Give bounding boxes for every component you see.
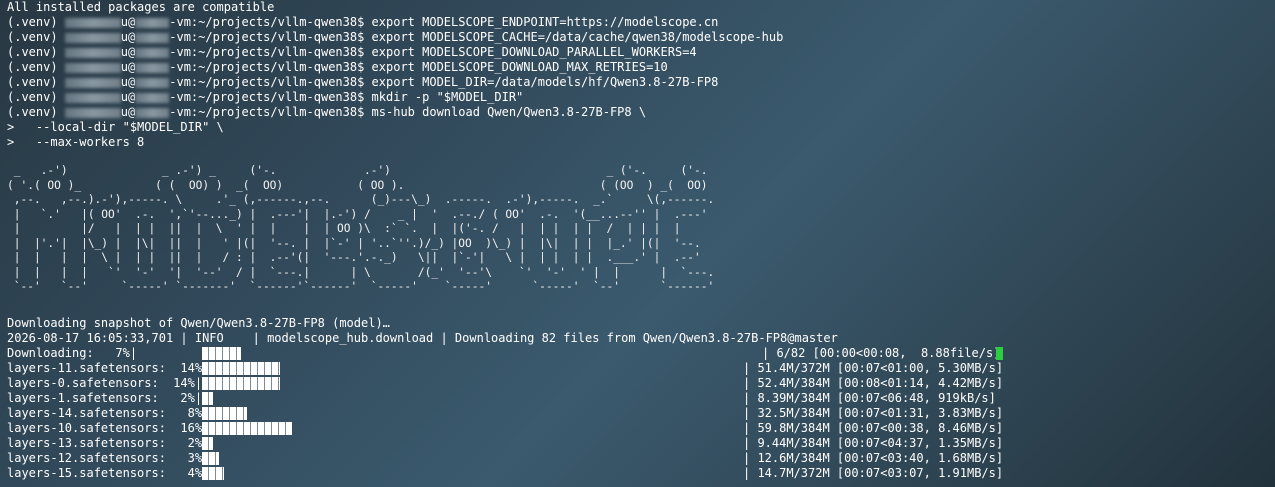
file-download-progress-bar (202, 452, 219, 465)
redacted-hostname (135, 107, 170, 118)
venv-indicator: (.venv) (7, 75, 65, 89)
command-text: export MODELSCOPE_DOWNLOAD_PARALLEL_WORK… (371, 45, 697, 59)
at-sign: u@ (120, 105, 136, 119)
modelscope-ascii-banner: _ .-') _ .-') _ ('-. .-') _ ('-. ('-. ( … (7, 164, 715, 293)
redacted-username (64, 107, 121, 118)
file-download-progress-bar (202, 362, 280, 375)
prompt-path: -vm:~/projects/vllm-qwen38$ (169, 30, 372, 44)
prompt-line: (.venv) u@ -vm:~/projects/vllm-qwen38$ ex… (7, 75, 718, 90)
at-sign: u@ (120, 30, 136, 44)
venv-indicator: (.venv) (7, 90, 65, 104)
redacted-hostname (135, 77, 170, 88)
prompt-path: -vm:~/projects/vllm-qwen38$ (169, 15, 372, 29)
prompt-line: (.venv) u@ -vm:~/projects/vllm-qwen38$ ms… (7, 105, 646, 120)
file-download-label: layers-14.safetensors: 8%| (7, 406, 210, 420)
prompt-path: -vm:~/projects/vllm-qwen38$ (169, 105, 372, 119)
prompt-path: -vm:~/projects/vllm-qwen38$ (169, 75, 372, 89)
file-download-progress-bar (202, 437, 213, 450)
command-text: export MODELSCOPE_CACHE=/data/cache/qwen… (371, 30, 784, 44)
file-download-stats: | 8.39M/384M [00:07<06:48, 919kB/s] (743, 391, 996, 405)
terminal-cursor (996, 347, 1003, 360)
prompt-path: -vm:~/projects/vllm-qwen38$ (169, 90, 372, 104)
overall-download-label: Downloading: 7%| (7, 346, 138, 360)
command-text: export MODELSCOPE_ENDPOINT=https://model… (371, 15, 719, 29)
compat-message: All installed packages are compatible (7, 0, 275, 14)
command-text: ms-hub download Qwen/Qwen3.8-27B-FP8 \ (371, 105, 647, 119)
file-download-stats: | 12.6M/384M [00:07<03:40, 1.68MB/s] (743, 451, 1004, 465)
overall-download-progress-bar (202, 347, 241, 360)
command-text: export MODEL_DIR=/data/models/hf/Qwen3.8… (371, 75, 719, 89)
at-sign: u@ (120, 75, 136, 89)
file-download-stats: | 32.5M/384M [00:07<01:31, 3.83MB/s] (743, 406, 1004, 420)
redacted-username (64, 47, 121, 58)
continuation-line-2: > --max-workers 8 (7, 135, 145, 149)
terminal-window[interactable]: All installed packages are compatible (.… (0, 0, 1275, 487)
venv-indicator: (.venv) (7, 45, 65, 59)
overall-download-stats: | 6/82 [00:00<00:08, 8.88file/s] (762, 346, 1001, 360)
snapshot-message: Downloading snapshot of Qwen/Qwen3.8-27B… (7, 316, 390, 330)
file-download-stats: | 59.8M/384M [00:07<00:38, 8.46MB/s] (743, 421, 1004, 435)
redacted-username (64, 77, 121, 88)
file-download-stats: | 9.44M/384M [00:07<04:37, 1.35MB/s] (743, 436, 1004, 450)
continuation-line-1: > --local-dir "$MODEL_DIR" \ (7, 120, 224, 134)
file-download-label: layers-10.safetensors: 16%| (7, 421, 210, 435)
command-text: mkdir -p "$MODEL_DIR" (371, 90, 524, 104)
at-sign: u@ (120, 90, 136, 104)
file-download-progress-bar (202, 467, 224, 480)
file-download-stats: | 51.4M/372M [00:07<01:00, 5.30MB/s] (743, 361, 1004, 375)
at-sign: u@ (120, 60, 136, 74)
file-download-progress-bar (202, 392, 213, 405)
at-sign: u@ (120, 45, 136, 59)
file-download-stats: | 14.7M/372M [00:07<03:07, 1.91MB/s] (743, 466, 1004, 480)
file-download-progress-bar (202, 407, 247, 420)
file-download-label: layers-11.safetensors: 14%| (7, 361, 210, 375)
prompt-line: (.venv) u@ -vm:~/projects/vllm-qwen38$ ex… (7, 60, 668, 75)
prompt-line: (.venv) u@ -vm:~/projects/vllm-qwen38$ mk… (7, 90, 523, 105)
file-download-progress-bar (202, 422, 292, 435)
venv-indicator: (.venv) (7, 30, 65, 44)
info-log-line: 2026-08-17 16:05:33,701 | INFO | modelsc… (7, 331, 838, 345)
redacted-username (64, 62, 121, 73)
prompt-line: (.venv) u@ -vm:~/projects/vllm-qwen38$ ex… (7, 15, 718, 30)
file-download-label: layers-1.safetensors: 2%| (7, 391, 203, 405)
venv-indicator: (.venv) (7, 60, 65, 74)
redacted-hostname (135, 47, 170, 58)
venv-indicator: (.venv) (7, 15, 65, 29)
file-download-label: layers-15.safetensors: 4%| (7, 466, 210, 480)
redacted-hostname (135, 32, 170, 43)
venv-indicator: (.venv) (7, 105, 65, 119)
file-download-label: layers-0.safetensors: 14%| (7, 376, 203, 390)
file-download-label: layers-12.safetensors: 3%| (7, 451, 210, 465)
file-download-label: layers-13.safetensors: 2%| (7, 436, 210, 450)
redacted-username (64, 17, 121, 28)
redacted-hostname (135, 62, 170, 73)
redacted-username (64, 32, 121, 43)
prompt-line: (.venv) u@ -vm:~/projects/vllm-qwen38$ ex… (7, 30, 783, 45)
prompt-path: -vm:~/projects/vllm-qwen38$ (169, 60, 372, 74)
at-sign: u@ (120, 15, 136, 29)
file-download-progress-bar (202, 377, 280, 390)
prompt-path: -vm:~/projects/vllm-qwen38$ (169, 45, 372, 59)
redacted-username (64, 92, 121, 103)
command-text: export MODELSCOPE_DOWNLOAD_MAX_RETRIES=1… (371, 60, 668, 74)
redacted-hostname (135, 17, 170, 28)
redacted-hostname (135, 92, 170, 103)
file-download-stats: | 52.4M/384M [00:08<01:14, 4.42MB/s] (743, 376, 1004, 390)
prompt-line: (.venv) u@ -vm:~/projects/vllm-qwen38$ ex… (7, 45, 697, 60)
